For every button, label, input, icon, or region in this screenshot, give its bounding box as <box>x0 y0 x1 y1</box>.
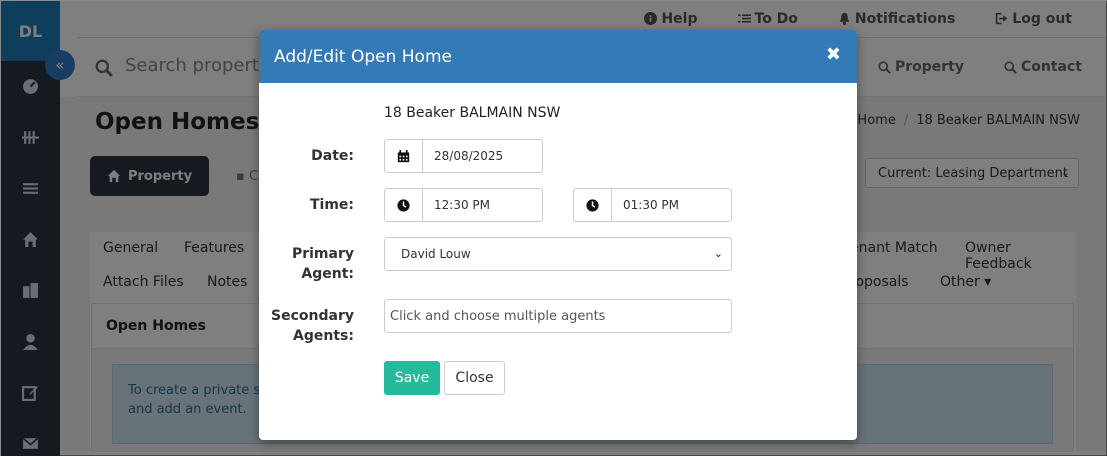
end-time-field[interactable]: 01:30 PM <box>573 188 732 222</box>
start-time-field[interactable]: 12:30 PM <box>384 188 543 222</box>
primary-agent-label: Primary Agent: <box>259 244 354 284</box>
primary-agent-value: David Louw <box>401 247 471 261</box>
clock-icon[interactable] <box>385 189 423 221</box>
date-field[interactable]: 28/08/2025 <box>384 139 543 173</box>
primary-agent-label-line2: Agent: <box>301 266 354 282</box>
secondary-agents-label-line1: Secondary <box>271 308 354 324</box>
time-label: Time: <box>309 197 354 213</box>
date-value: 28/08/2025 <box>434 149 504 163</box>
close-icon[interactable]: ✖ <box>826 44 841 65</box>
primary-agent-label-line1: Primary <box>291 246 354 262</box>
secondary-agents-input[interactable]: Click and choose multiple agents <box>384 299 732 333</box>
modal-title: Add/Edit Open Home <box>274 46 452 67</box>
start-time-value: 12:30 PM <box>434 198 490 212</box>
open-home-modal: Add/Edit Open Home ✖ 18 Beaker BALMAIN N… <box>259 30 857 440</box>
secondary-agents-label: Secondary Agents: <box>259 306 354 346</box>
end-time-value: 01:30 PM <box>623 198 679 212</box>
clock-icon[interactable] <box>574 189 612 221</box>
save-button[interactable]: Save <box>384 361 440 395</box>
property-address: 18 Beaker BALMAIN NSW <box>384 105 561 121</box>
chevron-down-icon: ⌄ <box>713 247 723 260</box>
primary-agent-select[interactable]: David Louw ⌄ <box>384 237 732 271</box>
close-button[interactable]: Close <box>444 361 505 395</box>
calendar-icon[interactable] <box>385 140 423 172</box>
modal-header: Add/Edit Open Home ✖ <box>259 30 857 83</box>
date-label: Date: <box>311 148 354 164</box>
secondary-agents-label-line2: Agents: <box>293 328 354 344</box>
